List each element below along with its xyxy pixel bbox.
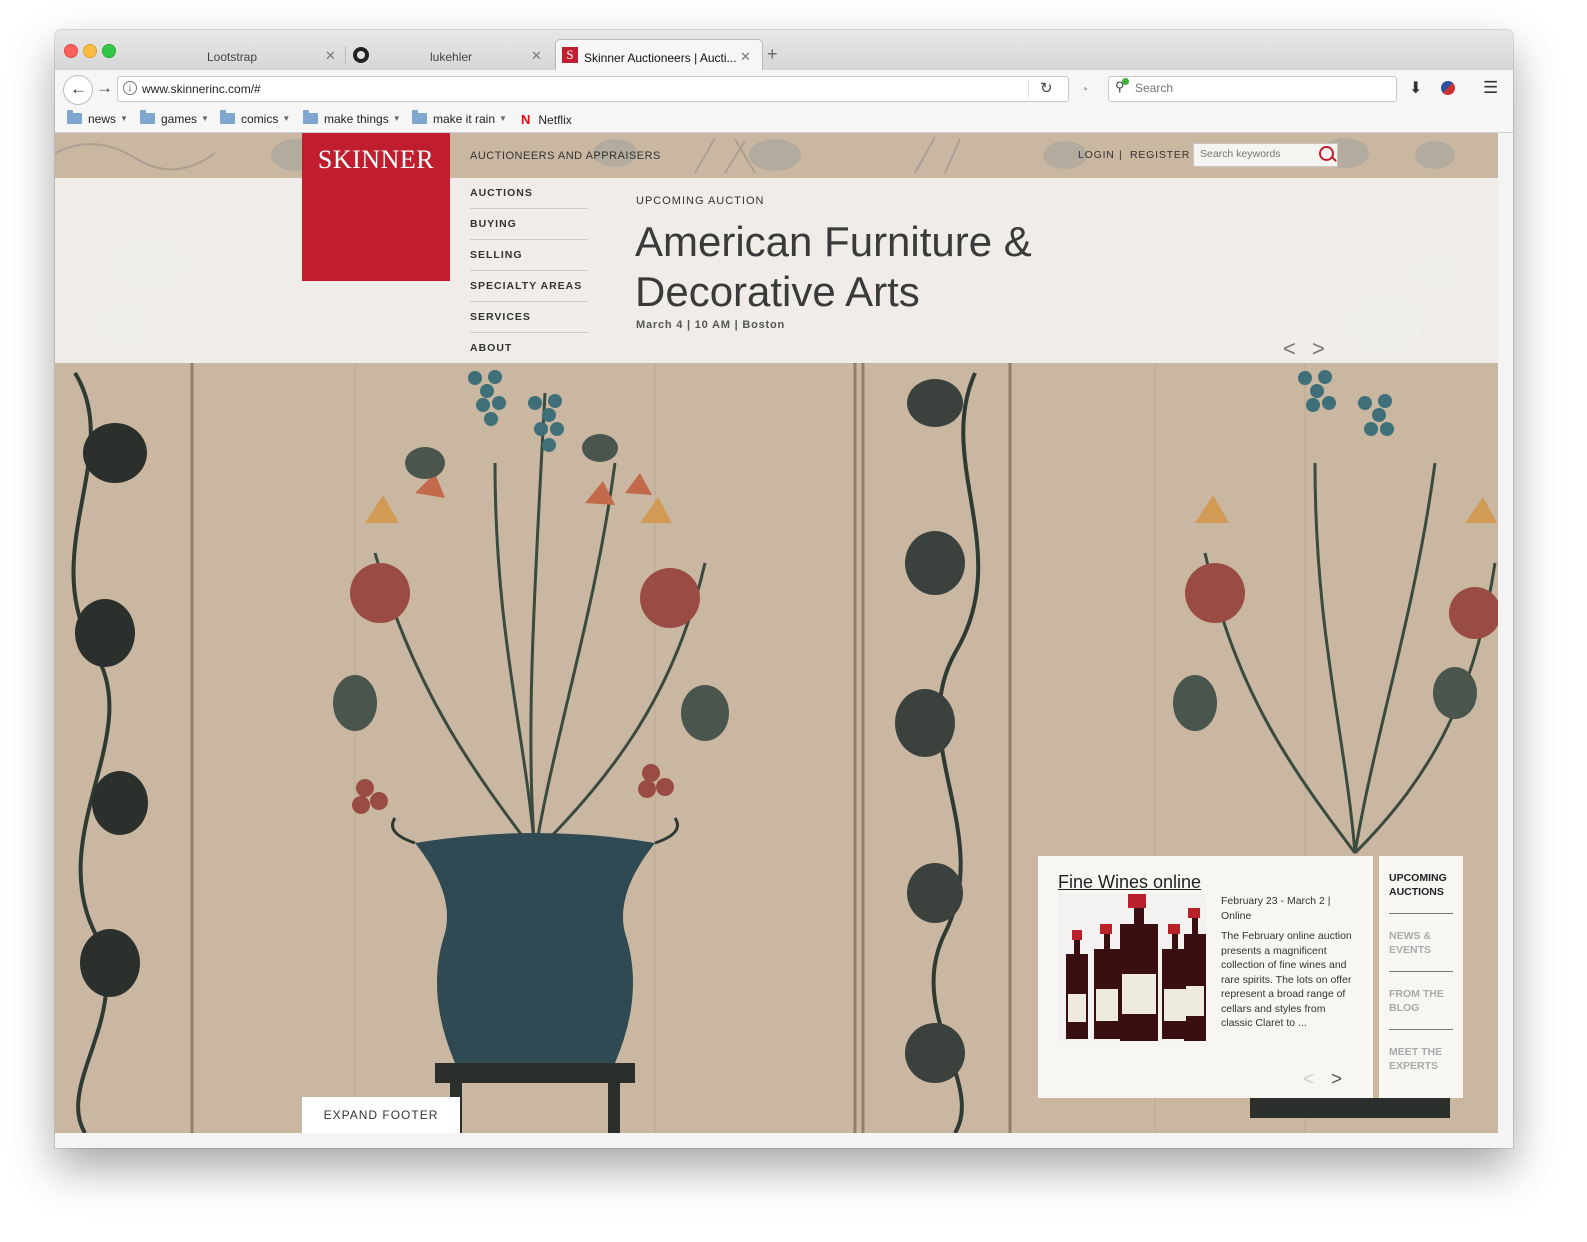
tab-from-the-blog[interactable]: FROM THE BLOG [1389,987,1453,1030]
feature-title-link[interactable]: Fine Wines online [1058,872,1201,893]
extension-flag-icon[interactable] [1441,81,1455,95]
back-arrow-icon: ← [70,79,87,98]
feature-tabs: UPCOMING AUCTIONS NEWS & EVENTS FROM THE… [1379,856,1463,1098]
menu-item-buying[interactable]: BUYING [470,209,588,240]
bookmark-label: make it rain [433,112,496,126]
folder-icon [140,110,155,124]
auction-details: March 4 | 10 AM | Boston [636,319,786,331]
new-tab-button[interactable]: + [767,44,778,65]
navigation-bar: ← → i www.skinnerinc.com/# ↻ ◔ ⚲ ⬇ ☰ [55,70,1513,108]
feature-date: February 23 - March 2 | Online [1221,895,1331,922]
search-icon[interactable] [1319,146,1337,162]
wine-bottles-illustration [1066,894,1206,1041]
download-icon[interactable]: ⬇ [1409,78,1422,98]
menu-hamburger-icon[interactable]: ☰ [1483,78,1498,98]
bookmark-netflix[interactable]: N Netflix [521,112,572,127]
upcoming-auction-label: UPCOMING AUCTION [636,195,765,207]
tab-divider [345,46,346,64]
feature-prev-arrow[interactable]: < [1303,1069,1314,1091]
tab-close-icon[interactable]: ✕ [740,49,751,65]
bookmarks-bar: news ▼ games ▼ comics ▼ make things ▼ make i… [55,108,1513,133]
bookmark-news[interactable]: news ▼ [67,110,128,126]
bookmark-label: make things [324,112,389,126]
chevron-down-icon: ▼ [120,114,128,123]
browser-search-input[interactable] [1133,80,1377,96]
bookmark-label: Netflix [538,113,572,127]
urlbar-divider [1028,80,1029,98]
site-search-input[interactable] [1198,147,1310,161]
bookmark-label: news [88,112,117,126]
rss-icon[interactable]: ◔ [1080,81,1088,97]
bookmark-make-things[interactable]: make things ▼ [303,110,401,126]
chevron-down-icon: ▼ [282,114,291,123]
web-page: SKINNER AUCTIONEERS AND APPRAISERS AUCTI… [55,133,1498,1133]
feature-description: The February online auction presents a m… [1221,930,1352,1029]
bookmark-make-it-rain[interactable]: make it rain ▼ [412,110,507,126]
bookmark-games[interactable]: games ▼ [140,110,209,126]
tab-title: lukehler [430,50,473,64]
folder-icon [67,110,82,124]
forward-button[interactable]: → [96,78,113,98]
tab-lukehler[interactable]: lukehler ✕ [351,39,547,70]
bookmark-label: games [161,112,198,126]
netflix-icon: N [521,112,531,127]
tab-title: Skinner Auctioneers | Aucti... [584,51,737,65]
wine-bottles-image[interactable] [1058,894,1206,1041]
close-window-button[interactable] [64,44,78,58]
login-link[interactable]: LOGIN [1078,149,1115,161]
menu-item-specialty-areas[interactable]: SPECIALTY AREAS [470,271,588,302]
auction-title[interactable]: American Furniture & Decorative Arts [635,217,1155,317]
folder-icon [303,110,318,124]
url-bar[interactable]: i www.skinnerinc.com/# ↻ [117,76,1069,102]
login-register-separator: | [1119,149,1123,161]
tab-bar: Lootstrap ✕ lukehler ✕ S Skinner Auction… [55,30,1513,72]
tab-close-icon[interactable]: ✕ [325,48,336,64]
browser-search-bar[interactable]: ⚲ [1108,76,1397,102]
site-info-icon[interactable]: i [123,81,137,95]
hero-prev-arrow[interactable]: < [1283,336,1296,362]
tab-close-icon[interactable]: ✕ [531,48,542,64]
bookmark-comics[interactable]: comics ▼ [220,110,291,126]
folder-icon [412,110,427,124]
search-engine-add-icon [1122,78,1129,85]
tab-skinner[interactable]: S Skinner Auctioneers | Aucti... ✕ [555,39,763,72]
zoom-window-button[interactable] [102,44,116,58]
menu-item-services[interactable]: SERVICES [470,302,588,333]
chevron-down-icon: ▼ [201,114,209,123]
skinner-logo[interactable]: SKINNER [302,133,450,281]
tab-title: Lootstrap [207,50,258,64]
feature-next-arrow[interactable]: > [1331,1069,1342,1091]
skinner-favicon: S [562,47,578,63]
tab-lootstrap[interactable]: Lootstrap ✕ [147,39,343,70]
folder-icon [220,110,235,124]
feature-card: Fine Wines online February 23 - March 2 … [1038,856,1373,1098]
page-bottom-strip [55,1133,1513,1148]
github-icon [353,47,369,63]
chevron-down-icon: ▼ [392,114,401,123]
chevron-down-icon: ▼ [499,114,507,123]
tab-upcoming-auctions[interactable]: UPCOMING AUCTIONS [1389,871,1453,914]
tab-meet-the-experts[interactable]: MEET THE EXPERTS [1389,1045,1453,1087]
tab-news-events[interactable]: NEWS & EVENTS [1389,929,1453,972]
menu-item-about[interactable]: ABOUT [470,333,588,363]
back-button[interactable]: ← [63,75,93,105]
site-search-box [1193,143,1338,167]
expand-footer-button[interactable]: EXPAND FOOTER [302,1097,460,1133]
menu-item-selling[interactable]: SELLING [470,240,588,271]
url-text: www.skinnerinc.com/# [142,82,261,96]
main-menu: AUCTIONS BUYING SELLING SPECIALTY AREAS … [470,178,588,363]
minimize-window-button[interactable] [83,44,97,58]
bookmark-label: comics [241,112,279,126]
menu-item-auctions[interactable]: AUCTIONS [470,178,588,209]
reload-icon[interactable]: ↻ [1040,79,1053,97]
register-link[interactable]: REGISTER [1130,149,1190,161]
browser-window: Lootstrap ✕ lukehler ✕ S Skinner Auction… [55,30,1513,1148]
page-scroll-gutter [1498,133,1513,1133]
hero-next-arrow[interactable]: > [1312,336,1325,362]
logo-text: SKINNER [317,145,435,174]
site-tagline: AUCTIONEERS AND APPRAISERS [470,150,661,162]
